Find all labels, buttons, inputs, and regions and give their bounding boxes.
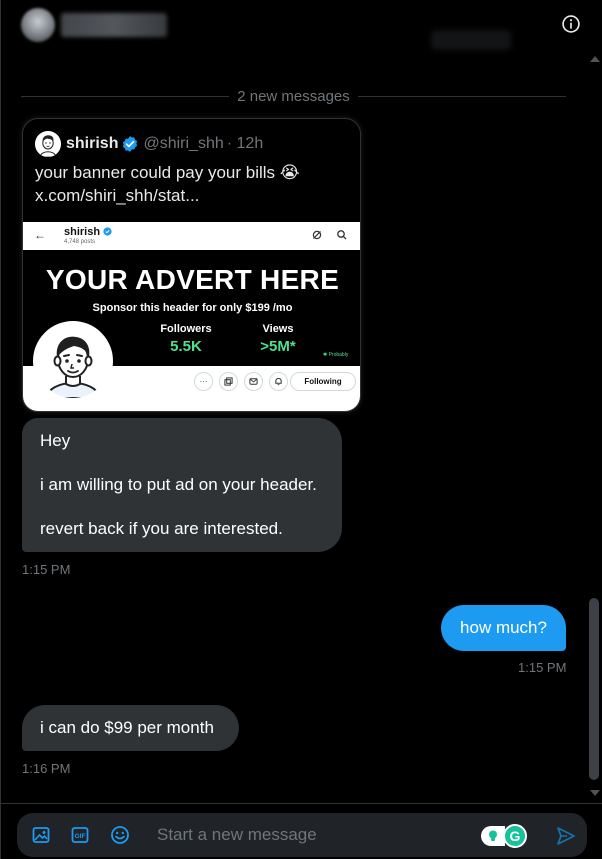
followers-label: Followers <box>160 323 212 335</box>
image-upload-icon[interactable] <box>31 825 51 845</box>
info-circle-icon <box>562 15 580 33</box>
back-arrow-icon: ← <box>34 228 46 242</box>
message-text-line: Hey <box>40 431 71 450</box>
cartoon-avatar-icon <box>36 324 110 398</box>
post-time: · 12h <box>226 135 264 152</box>
send-icon[interactable] <box>555 825 577 847</box>
views-value: >5M* <box>260 338 296 355</box>
media-profile-topbar: ← shirish 4,748 posts <box>23 222 360 250</box>
message-text-line: revert back if you are interested. <box>40 519 283 538</box>
scroll-down-arrow-icon[interactable] <box>590 790 600 796</box>
header-avatar-blurred[interactable] <box>21 8 55 42</box>
subscribe-icon <box>219 372 238 391</box>
grok-icon <box>312 230 322 240</box>
grammarly-icon[interactable]: G <box>503 824 527 848</box>
lightbulb-icon <box>489 830 497 841</box>
post-link[interactable]: x.com/shiri_shh/stat... <box>35 184 353 207</box>
message-text-line: i am willing to put ad on your header. <box>40 475 317 494</box>
outgoing-message-bubble[interactable]: how much? <box>441 605 566 651</box>
new-messages-label: 2 new messages <box>237 87 350 105</box>
bell-plus-icon <box>275 377 282 386</box>
message-composer: GIF G <box>17 813 587 857</box>
views-label: Views <box>262 323 294 335</box>
more-options-icon: ··· <box>194 372 213 391</box>
dm-conversation: 2 new messages shirish @shiri_shh · 12h … <box>0 0 602 859</box>
conversation-header <box>1 0 602 52</box>
probably-footnote: ✱ Probably <box>323 352 349 358</box>
envelope-icon <box>249 378 258 385</box>
followers-value: 5.5K <box>170 338 202 355</box>
conversation-info-button[interactable] <box>559 12 583 36</box>
message-composer-bar: GIF G <box>1 803 602 859</box>
header-blurred-fragment <box>431 30 511 50</box>
divider-line <box>357 95 566 97</box>
following-pill: Following <box>290 372 356 391</box>
message-timestamp: 1:15 PM <box>518 660 567 675</box>
message-timestamp: 1:15 PM <box>22 562 71 577</box>
verified-badge-icon <box>123 136 138 152</box>
notifications-icon <box>269 372 288 391</box>
message-icon <box>244 372 263 391</box>
author-avatar[interactable] <box>35 131 61 157</box>
gif-icon[interactable]: GIF <box>70 825 90 845</box>
author-name[interactable]: shirish <box>66 135 118 153</box>
svg-text:GIF: GIF <box>75 833 86 840</box>
sponsor-text: Sponsor this header for only $199 /mo <box>92 302 293 314</box>
grammarly-suggestion-badge[interactable] <box>481 826 505 846</box>
post-author-row: shirish @shiri_shh · 12h <box>35 131 264 157</box>
post-text-line: your banner could pay your bills 😭 <box>35 163 300 182</box>
verified-badge-icon <box>103 227 112 236</box>
incoming-message-bubble[interactable]: Hey i am willing to put ad on your heade… <box>22 418 342 552</box>
advert-headline: YOUR ADVERT HERE <box>45 264 340 295</box>
layers-icon <box>224 377 233 386</box>
header-name-blurred <box>61 13 167 37</box>
author-handle[interactable]: @shiri_shh <box>143 135 223 153</box>
emoji-icon[interactable] <box>110 825 130 845</box>
divider-line <box>21 95 230 97</box>
cartoon-avatar-icon <box>35 131 61 157</box>
post-media-image[interactable]: ← shirish 4,748 posts YOUR ADVERT HERE S… <box>23 222 360 411</box>
new-messages-divider: 2 new messages <box>21 86 566 106</box>
message-timestamp: 1:16 PM <box>22 761 71 776</box>
search-icon <box>337 230 347 240</box>
scroll-up-arrow-icon[interactable] <box>590 56 600 62</box>
media-post-count: 4,748 posts <box>64 239 96 245</box>
scrollbar-thumb[interactable] <box>589 598 599 780</box>
shared-post-card[interactable]: shirish @shiri_shh · 12h your banner cou… <box>22 118 361 412</box>
media-profile-avatar <box>33 321 113 401</box>
media-profile-name: shirish <box>64 226 112 238</box>
message-input[interactable] <box>157 821 467 849</box>
incoming-message-bubble[interactable]: i can do $99 per month <box>22 705 239 751</box>
post-text: your banner could pay your bills 😭 x.com… <box>35 161 353 207</box>
